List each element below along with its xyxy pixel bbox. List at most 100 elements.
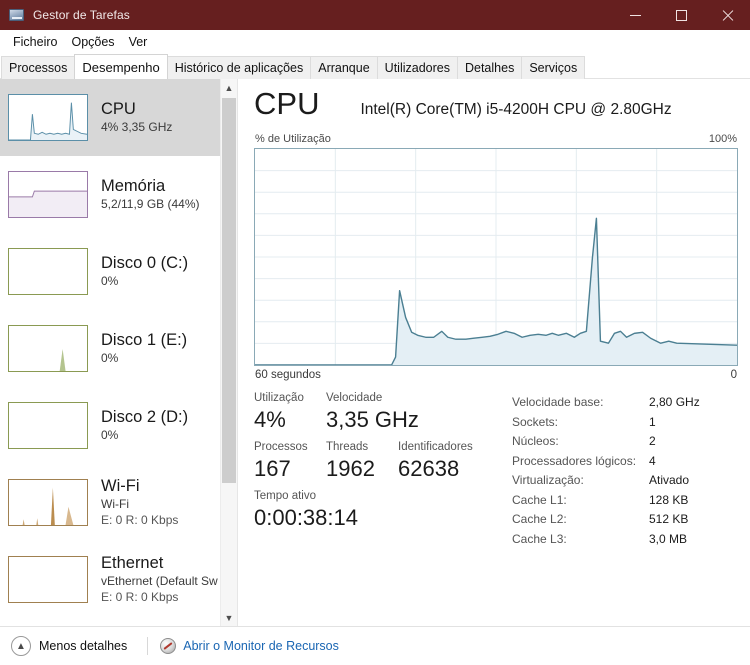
tab-arranque[interactable]: Arranque xyxy=(310,56,378,79)
disk-1-thumbnail-graph xyxy=(8,325,88,372)
utilization-stat: Utilização 4% xyxy=(254,391,326,434)
threads-value: 1962 xyxy=(326,456,375,481)
tab-utilizadores[interactable]: Utilizadores xyxy=(376,56,458,79)
open-resource-monitor-link[interactable]: Abrir o Monitor de Recursos xyxy=(160,638,339,654)
sidebar-item-cpu-sub: 4% 3,35 GHz xyxy=(101,120,173,134)
sidebar-scrollbar[interactable]: ▲ ▼ xyxy=(220,79,237,626)
spec-key: Sockets: xyxy=(512,414,559,429)
chevron-up-circle-icon: ▲ xyxy=(11,636,31,656)
scrollbar-track[interactable] xyxy=(221,96,237,609)
disk-0-thumbnail-graph xyxy=(8,248,88,295)
sidebar-item-ethernet-sub2: E: 0 R: 0 Kbps xyxy=(101,590,179,604)
performance-detail-pane: CPU Intel(R) Core(TM) i5-4200H CPU @ 2.8… xyxy=(238,79,750,626)
spec-key: Virtualização: xyxy=(512,473,584,487)
window-title: Gestor de Tarefas xyxy=(33,8,130,22)
sidebar-item-cpu[interactable]: CPU 4% 3,35 GHz xyxy=(0,79,220,156)
spec-row: Sockets: 1 xyxy=(512,413,738,433)
tab-detalhes[interactable]: Detalhes xyxy=(456,56,523,79)
tab-processos[interactable]: Processos xyxy=(1,56,76,79)
sidebar-item-disco-2-d-sub: 0% xyxy=(101,428,119,442)
window-controls xyxy=(612,0,750,30)
utilization-value: 4% xyxy=(254,407,286,432)
maximize-button[interactable] xyxy=(658,0,704,30)
spec-row: Cache L2: 512 KB xyxy=(512,510,738,530)
cpu-utilization-plot xyxy=(255,149,737,365)
task-manager-icon xyxy=(9,7,25,23)
spec-row: Velocidade base: 2,80 GHz xyxy=(512,393,738,413)
sidebar-item-disco-1-e[interactable]: Disco 1 (E:) 0% xyxy=(0,310,220,387)
spec-row: Virtualização: Ativado xyxy=(512,471,738,491)
resource-list: CPU 4% 3,35 GHz Memória 5,2/11,9 GB (44%… xyxy=(0,79,220,626)
cpu-thumbnail-graph xyxy=(8,94,88,141)
uptime-value: 0:00:38:14 xyxy=(254,505,358,530)
speed-stat: Velocidade 3,35 GHz xyxy=(326,391,486,434)
sidebar-item-ethernet[interactable]: Ethernet vEthernet (Default Sw E: 0 R: 0… xyxy=(0,541,220,618)
stats-row-secondary: Processos 167 Threads 1962 Identificador… xyxy=(254,440,506,483)
sidebar-item-disco-1-e-text: Disco 1 (E:) 0% xyxy=(101,331,187,366)
spec-value: 128 KB xyxy=(649,492,689,507)
sidebar-item-cpu-title: CPU xyxy=(101,100,136,118)
menu-bar: Ficheiro Opções Ver xyxy=(0,30,750,54)
cpu-spec-list: Velocidade base: 2,80 GHz Sockets: 1 Núc… xyxy=(506,391,738,626)
sidebar-item-disco-2-d[interactable]: Disco 2 (D:) 0% xyxy=(0,387,220,464)
processes-value: 167 xyxy=(254,456,291,481)
scrollbar-thumb[interactable] xyxy=(222,98,236,483)
sidebar-item-memoria-title: Memória xyxy=(101,177,166,195)
task-manager-window: Gestor de Tarefas Ficheiro Opções Ver Pr… xyxy=(0,0,750,665)
stats-row-uptime: Tempo ativo 0:00:38:14 xyxy=(254,489,506,532)
spec-key: Cache L2: xyxy=(512,512,567,526)
cpu-stats: Utilização 4% Velocidade 3,35 GHz Proces… xyxy=(254,381,738,626)
menu-item-ver[interactable]: Ver xyxy=(122,33,155,51)
content-area: CPU 4% 3,35 GHz Memória 5,2/11,9 GB (44%… xyxy=(0,79,750,626)
menu-item-ficheiro[interactable]: Ficheiro xyxy=(6,33,64,51)
threads-stat: Threads 1962 xyxy=(326,440,398,483)
uptime-label: Tempo ativo xyxy=(254,490,317,502)
cpu-header: CPU Intel(R) Core(TM) i5-4200H CPU @ 2.8… xyxy=(254,87,738,133)
tab-historico-de-aplicacoes[interactable]: Histórico de aplicações xyxy=(166,56,312,79)
processes-label: Processos xyxy=(254,441,308,453)
spec-key: Núcleos: xyxy=(512,434,559,448)
cpu-model-label: Intel(R) Core(TM) i5-4200H CPU @ 2.80GHz xyxy=(360,101,672,118)
sidebar-item-disco-0-c[interactable]: Disco 0 (C:) 0% xyxy=(0,233,220,310)
tab-strip: Processos Desempenho Histórico de aplica… xyxy=(0,54,750,79)
sidebar-item-disco-0-c-sub: 0% xyxy=(101,274,119,288)
spec-key: Cache L3: xyxy=(512,531,567,546)
spec-row: Cache L1: 128 KB xyxy=(512,491,738,511)
minimize-button[interactable] xyxy=(612,0,658,30)
graph-max-label: 100% xyxy=(708,133,737,145)
graph-time-axis: 60 segundos 0 xyxy=(254,366,738,381)
ethernet-thumbnail-graph xyxy=(8,556,88,603)
sidebar-item-memoria-text: Memória 5,2/11,9 GB (44%) xyxy=(101,177,200,212)
tab-servicos[interactable]: Serviços xyxy=(521,56,586,79)
fewer-details-button[interactable]: ▲ Menos detalhes xyxy=(9,633,133,659)
handles-value: 62638 xyxy=(398,456,460,481)
sidebar-item-disco-2-d-title: Disco 2 (D:) xyxy=(101,408,189,426)
sidebar-item-ethernet-text: Ethernet vEthernet (Default Sw E: 0 R: 0… xyxy=(101,554,218,605)
sidebar-item-gpu-0[interactable]: GPU 0 xyxy=(0,618,220,626)
menu-item-opcoes[interactable]: Opções xyxy=(64,33,121,51)
spec-value: 512 KB xyxy=(649,512,689,526)
minimize-icon xyxy=(629,14,641,16)
wifi-thumbnail-graph xyxy=(8,479,88,526)
spec-row: Processadores lógicos: 4 xyxy=(512,452,738,472)
sidebar-item-wifi[interactable]: Wi-Fi Wi-Fi E: 0 R: 0 Kbps xyxy=(0,464,220,541)
processes-stat: Processos 167 xyxy=(254,440,326,483)
sidebar-item-wifi-sub2: E: 0 R: 0 Kbps xyxy=(101,513,179,527)
spec-value: 1 xyxy=(649,414,656,429)
chevron-up-icon[interactable]: ▲ xyxy=(221,79,237,96)
tab-desempenho[interactable]: Desempenho xyxy=(74,54,168,79)
status-bar: ▲ Menos detalhes Abrir o Monitor de Recu… xyxy=(0,626,750,665)
disk-2-thumbnail-graph xyxy=(8,402,88,449)
chevron-down-icon[interactable]: ▼ xyxy=(221,609,237,626)
spec-key: Processadores lógicos: xyxy=(512,453,637,468)
close-button[interactable] xyxy=(704,0,750,30)
sidebar-item-cpu-text: CPU 4% 3,35 GHz xyxy=(101,100,172,135)
spec-row: Cache L3: 3,0 MB xyxy=(512,530,738,550)
sidebar-item-memoria[interactable]: Memória 5,2/11,9 GB (44%) xyxy=(0,156,220,233)
sidebar-item-wifi-sub1: Wi-Fi xyxy=(101,497,129,511)
sidebar-item-memoria-sub: 5,2/11,9 GB (44%) xyxy=(101,197,200,211)
graph-caption: % de Utilização 100% xyxy=(254,133,738,148)
graph-axis-label: % de Utilização xyxy=(255,133,331,145)
sidebar-item-ethernet-title: Ethernet xyxy=(101,554,164,572)
threads-label: Threads xyxy=(326,441,369,453)
